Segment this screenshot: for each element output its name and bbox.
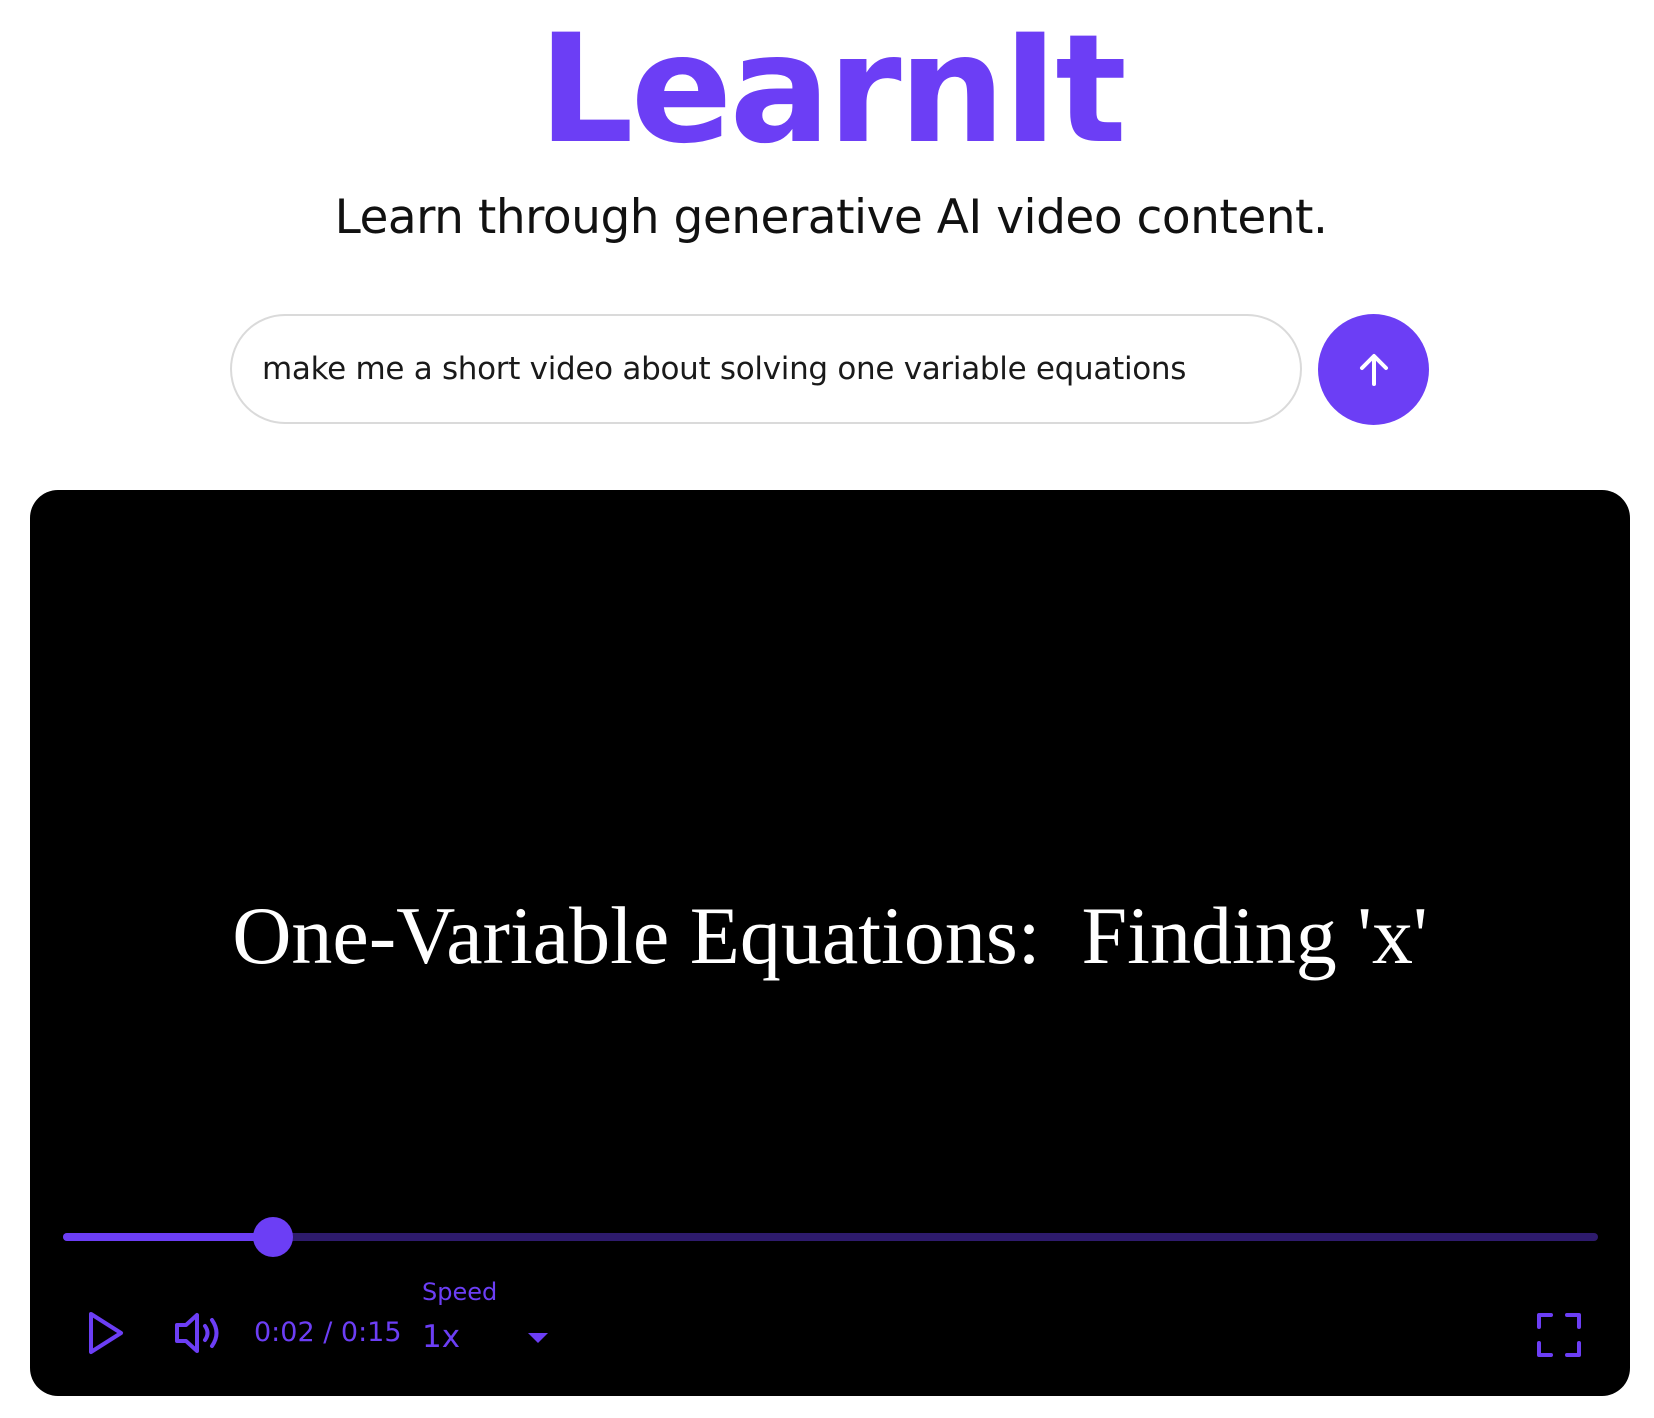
fullscreen-button[interactable] [1536, 1312, 1582, 1358]
app-title: LearnIt [538, 3, 1127, 177]
caret-down-icon [528, 1333, 548, 1343]
speed-select[interactable]: 1x [422, 1312, 562, 1362]
speed-value: 1x [422, 1319, 461, 1355]
play-icon [89, 1312, 123, 1354]
progress-fill [63, 1233, 274, 1241]
play-button[interactable] [80, 1308, 130, 1358]
volume-icon [175, 1313, 219, 1353]
fullscreen-icon [1537, 1313, 1581, 1357]
prompt-input[interactable] [260, 350, 1272, 388]
progress-thumb[interactable] [253, 1217, 294, 1257]
progress-bar[interactable] [63, 1217, 1598, 1257]
volume-button[interactable] [173, 1308, 229, 1358]
prompt-box[interactable] [230, 314, 1302, 424]
app-tagline: Learn through generative AI video conten… [334, 190, 1328, 245]
time-display: 0:02 / 0:15 [254, 1317, 402, 1348]
arrow-up-icon [1359, 353, 1388, 386]
video-player[interactable]: One-Variable Equations: Finding 'x' 0:02… [30, 490, 1630, 1396]
speed-label: Speed [422, 1278, 498, 1306]
video-title-frame: One-Variable Equations: Finding 'x' [232, 890, 1428, 981]
submit-button[interactable] [1318, 314, 1429, 425]
